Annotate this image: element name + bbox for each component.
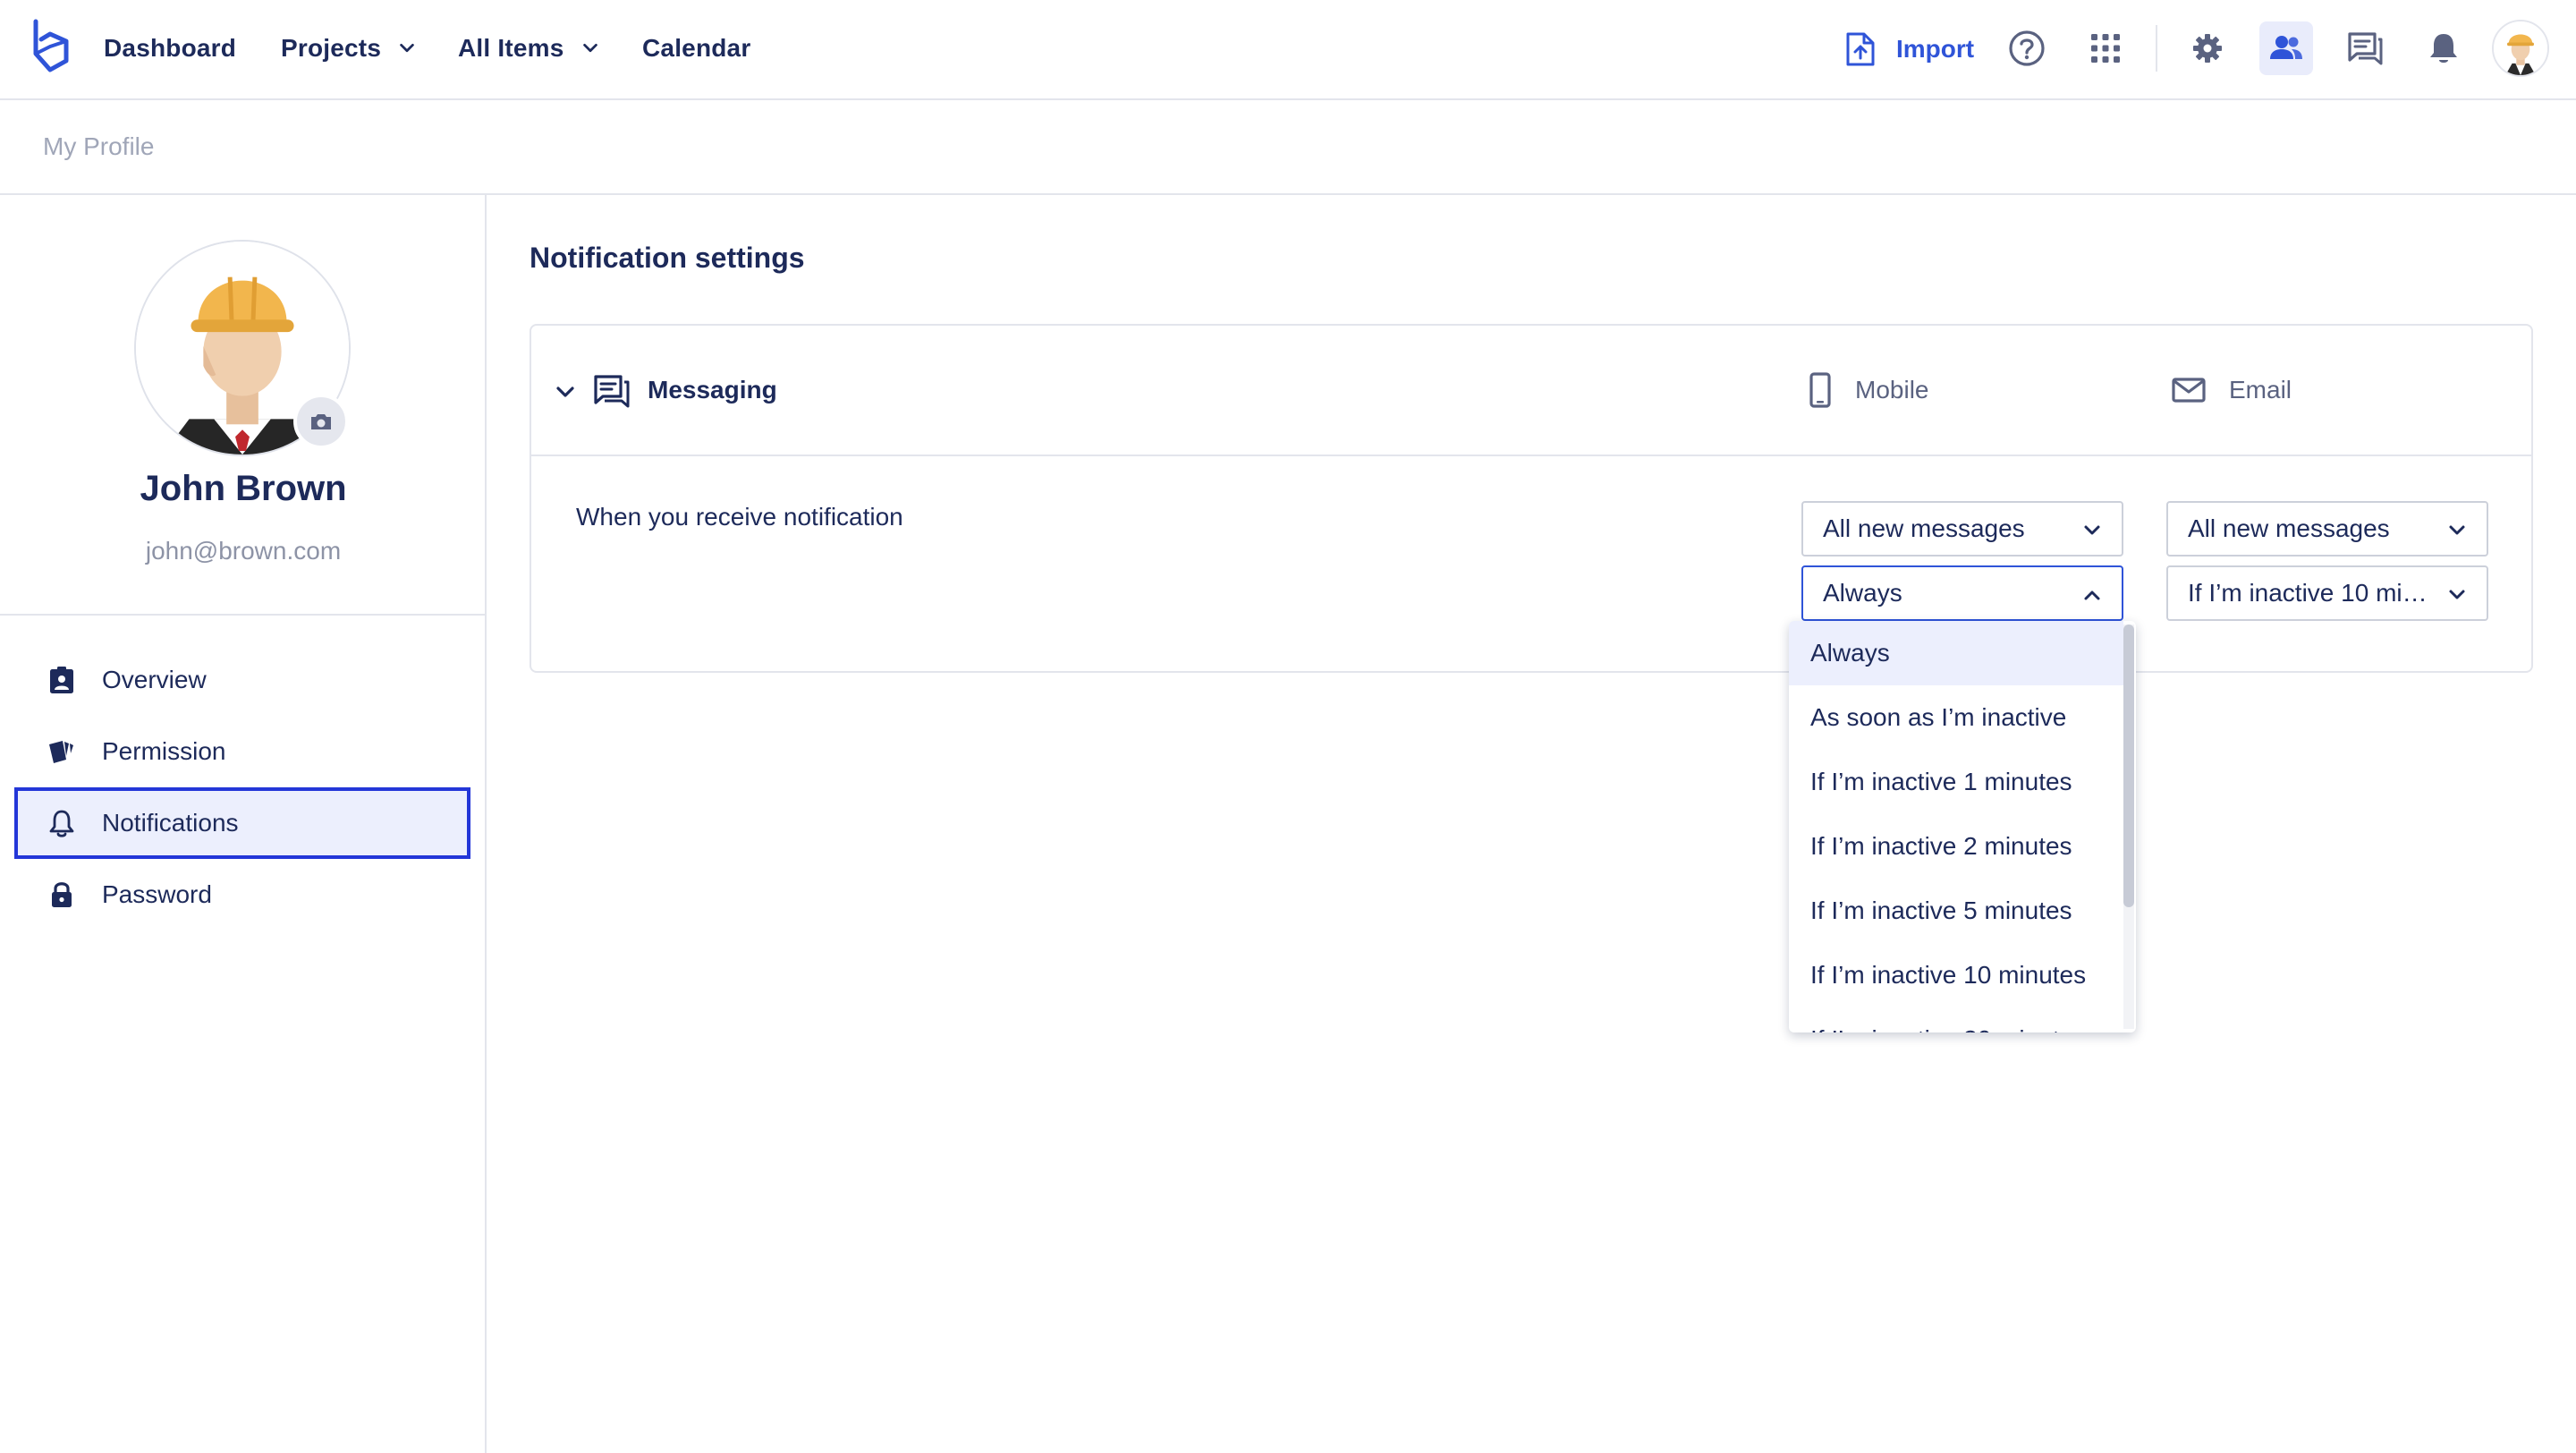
- chevron-down-icon: [400, 43, 414, 53]
- nav-projects[interactable]: Projects: [281, 30, 417, 66]
- clipboard-user-icon: [50, 667, 73, 693]
- users-icon: [2270, 36, 2302, 59]
- nav-all-items[interactable]: All Items: [458, 30, 600, 66]
- select-value: All new messages: [2188, 514, 2390, 542]
- chevron-down-icon: [2449, 590, 2465, 599]
- email-label: Email: [2229, 376, 2292, 404]
- chevron-down-icon: [2084, 525, 2100, 535]
- messaging-label: Messaging: [648, 376, 777, 404]
- dropdown-option[interactable]: Always: [1789, 621, 2123, 685]
- top-navbar: Dashboard Projects All Items Calendar Im…: [0, 0, 2576, 100]
- mobile-column-header: Mobile: [1809, 372, 1928, 408]
- mobile-phone-icon: [1809, 372, 1831, 408]
- chevron-down-icon: [2449, 525, 2465, 535]
- camera-icon: [311, 414, 331, 429]
- import-label: Import: [1896, 35, 1975, 63]
- dropdown-scrollbar-thumb[interactable]: [2123, 625, 2134, 907]
- nav-dashboard-label: Dashboard: [104, 34, 237, 62]
- toolbar-divider: [2156, 25, 2157, 72]
- file-upload-icon: [1846, 32, 1875, 66]
- select-value: All new messages: [1823, 514, 2025, 542]
- worker-avatar-icon: [2494, 21, 2547, 75]
- timing-dropdown-menu: Always As soon as I’m inactive If I’m in…: [1789, 621, 2136, 1032]
- dropdown-option[interactable]: As soon as I’m inactive: [1789, 685, 2123, 750]
- messaging-settings-card: Messaging Mobile Email When you receive …: [530, 324, 2533, 673]
- user-avatar[interactable]: [2492, 20, 2549, 77]
- breadcrumb[interactable]: My Profile: [43, 132, 154, 161]
- bell-icon: [2430, 34, 2457, 63]
- change-photo-button[interactable]: [293, 394, 349, 449]
- email-column-header: Email: [2172, 372, 2292, 408]
- select-value: If I’m inactive 10 minutes: [2188, 579, 2438, 607]
- chevron-down-icon: [582, 43, 597, 53]
- nav-projects-label: Projects: [281, 34, 382, 62]
- email-messages-select[interactable]: All new messages: [2166, 501, 2488, 557]
- sidebar-item-label: Overview: [102, 666, 207, 693]
- sidebar-divider: [0, 614, 487, 616]
- mobile-messages-select[interactable]: All new messages: [1801, 501, 2123, 557]
- nav-dashboard[interactable]: Dashboard: [104, 30, 236, 66]
- profile-email: john@brown.com: [145, 537, 342, 565]
- sidebar-item-permission[interactable]: Permission: [14, 716, 470, 787]
- help-button[interactable]: [2000, 21, 2054, 75]
- notifications-button[interactable]: [2417, 21, 2470, 75]
- import-button[interactable]: Import: [1844, 29, 1974, 70]
- select-value: Always: [1823, 579, 1902, 607]
- nav-calendar[interactable]: Calendar: [642, 30, 750, 66]
- bell-outline-icon: [49, 810, 74, 837]
- tag-cards-icon: [49, 741, 73, 763]
- dropdown-option[interactable]: If I’m inactive 1 minutes: [1789, 750, 2123, 814]
- sidebar-item-notifications[interactable]: Notifications: [14, 787, 470, 859]
- lock-icon: [52, 882, 72, 907]
- dropdown-option[interactable]: If I’m inactive 10 minutes: [1789, 943, 2123, 1007]
- sidebar-item-label: Password: [102, 880, 212, 908]
- receive-notification-label: When you receive notification: [576, 503, 903, 531]
- dropdown-option[interactable]: If I’m inactive 2 minutes: [1789, 814, 2123, 879]
- sidebar-item-label: Permission: [102, 737, 226, 765]
- users-button[interactable]: [2259, 21, 2313, 75]
- profile-name: John Brown: [140, 469, 347, 508]
- apps-grid-icon: [2091, 34, 2120, 63]
- chevron-down-icon[interactable]: [553, 379, 578, 404]
- app-logo-icon[interactable]: [30, 18, 70, 75]
- apps-button[interactable]: [2079, 21, 2132, 75]
- email-timing-select[interactable]: If I’m inactive 10 minutes: [2166, 565, 2488, 621]
- dropdown-option[interactable]: If I’m inactive 30 minutes: [1789, 1007, 2123, 1032]
- profile-sidebar: John Brown john@brown.com Overview Permi…: [0, 195, 487, 1453]
- chat-icon: [2348, 32, 2383, 65]
- mail-icon: [2172, 378, 2206, 403]
- settings-button[interactable]: [2181, 21, 2234, 75]
- chat-icon: [594, 375, 630, 408]
- chevron-up-icon: [2084, 591, 2100, 600]
- sidebar-item-password[interactable]: Password: [14, 859, 470, 930]
- page-title: Notification settings: [530, 242, 805, 274]
- help-circle-icon: [2009, 30, 2045, 66]
- mobile-label: Mobile: [1855, 376, 1929, 404]
- sidebar-item-overview[interactable]: Overview: [14, 644, 470, 716]
- mobile-timing-select[interactable]: Always: [1801, 565, 2123, 621]
- nav-calendar-label: Calendar: [642, 34, 751, 62]
- gear-icon: [2193, 34, 2222, 63]
- breadcrumb-bar: My Profile: [0, 100, 2576, 195]
- nav-all-items-label: All Items: [458, 34, 564, 62]
- messages-button[interactable]: [2338, 21, 2392, 75]
- dropdown-option[interactable]: If I’m inactive 5 minutes: [1789, 879, 2123, 943]
- messaging-header: Messaging Mobile Email: [531, 326, 2531, 456]
- sidebar-item-label: Notifications: [102, 809, 239, 837]
